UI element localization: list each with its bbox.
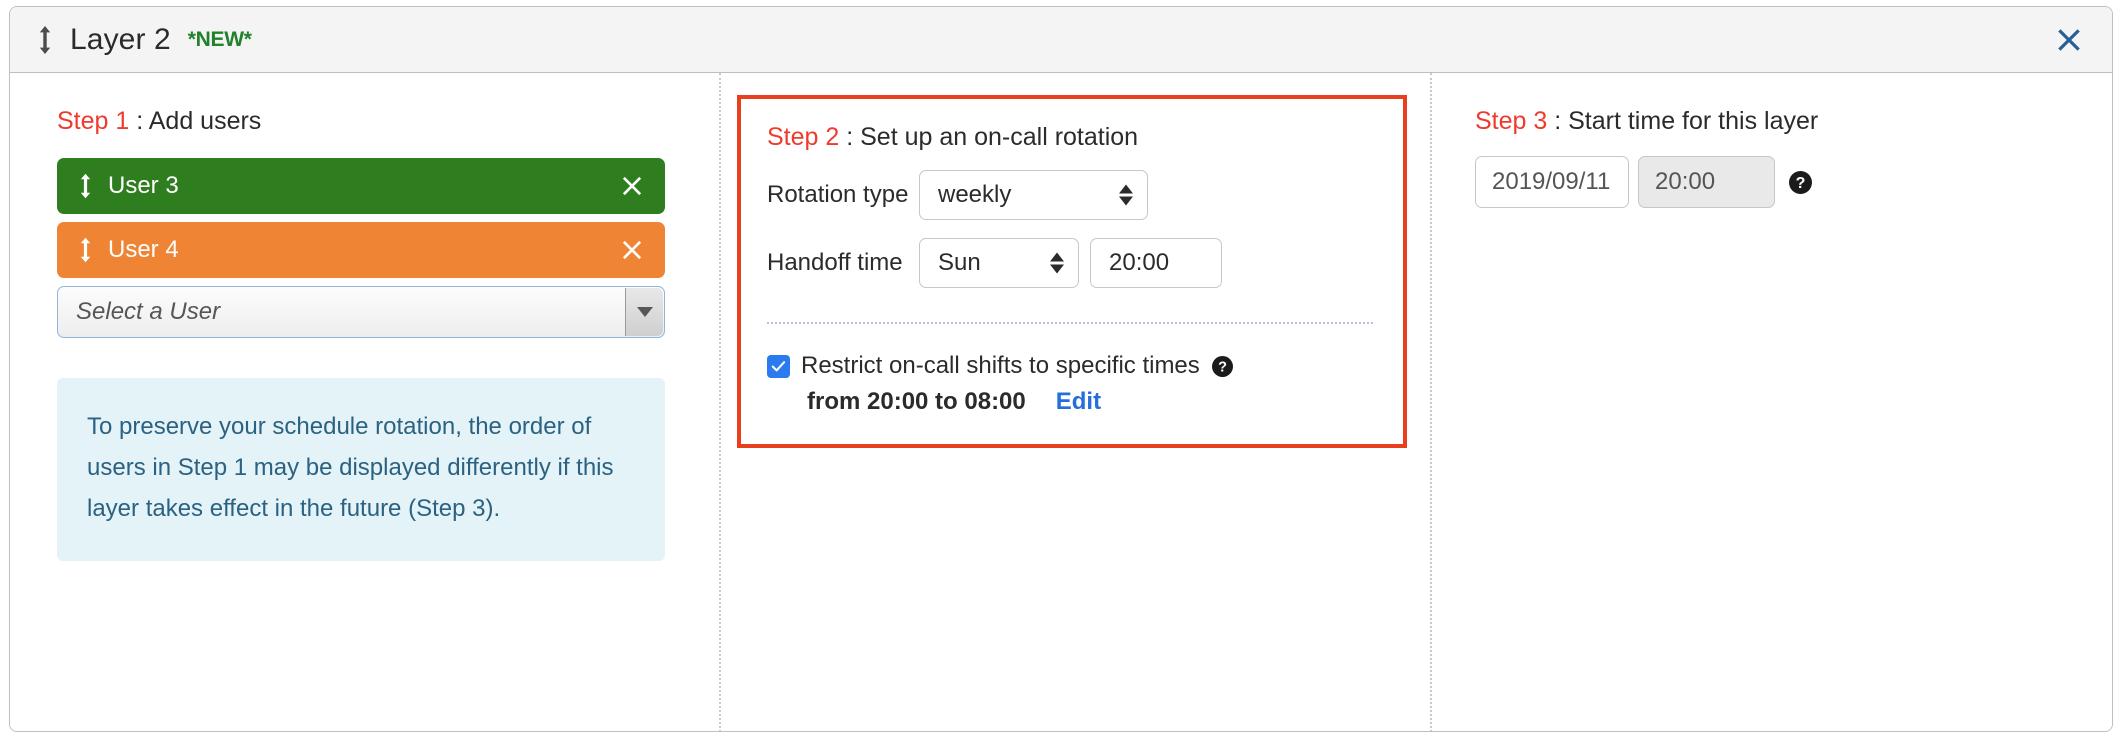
schedule-rotation-info-box: To preserve your schedule rotation, the … bbox=[57, 378, 665, 561]
step2-heading: Step 2 : Set up an on-call rotation bbox=[767, 123, 1403, 152]
restrict-shifts-label: Restrict on-call shifts to specific time… bbox=[801, 352, 1200, 380]
step2-number: Step 2 bbox=[767, 123, 839, 151]
panel-header: Layer 2 *NEW* bbox=[10, 7, 2112, 73]
handoff-time-label: Handoff time bbox=[767, 249, 919, 277]
close-icon[interactable] bbox=[619, 237, 645, 263]
chevron-down-icon[interactable] bbox=[625, 288, 663, 336]
handoff-time-value: 20:00 bbox=[1109, 249, 1169, 277]
rotation-type-select[interactable]: weekly bbox=[919, 170, 1148, 220]
step1-heading: Step 1 : Add users bbox=[57, 107, 689, 136]
start-time-input: 20:00 bbox=[1638, 156, 1775, 208]
svg-text:?: ? bbox=[1218, 359, 1227, 375]
select-user-input[interactable]: Select a User bbox=[57, 286, 665, 338]
user-row[interactable]: User 3 bbox=[57, 158, 665, 214]
step3-number: Step 3 bbox=[1475, 107, 1547, 135]
user-name: User 4 bbox=[108, 236, 179, 264]
new-badge: *NEW* bbox=[188, 28, 252, 52]
updown-spinner-icon[interactable] bbox=[1050, 253, 1064, 274]
panel-body: Step 1 : Add users User 3 bbox=[10, 73, 2112, 732]
step2-highlight-box: Step 2 : Set up an on-call rotation Rota… bbox=[737, 95, 1407, 448]
step1-number: Step 1 bbox=[57, 107, 129, 135]
close-icon[interactable] bbox=[2052, 23, 2086, 57]
user-row[interactable]: User 4 bbox=[57, 222, 665, 278]
close-icon[interactable] bbox=[619, 173, 645, 199]
step2-column: Step 2 : Set up an on-call rotation Rota… bbox=[719, 73, 1430, 732]
restrict-shifts-checkbox[interactable] bbox=[767, 355, 790, 378]
rotation-type-row: Rotation type weekly bbox=[767, 170, 1403, 220]
edit-restrict-times-link[interactable]: Edit bbox=[1056, 388, 1101, 416]
restrict-shifts-row: Restrict on-call shifts to specific time… bbox=[767, 352, 1403, 380]
handoff-time-row: Handoff time Sun 20:00 bbox=[767, 238, 1403, 288]
section-divider bbox=[767, 322, 1373, 324]
svg-text:?: ? bbox=[1796, 175, 1806, 192]
step3-separator: : bbox=[1547, 107, 1568, 135]
handoff-time-input[interactable]: 20:00 bbox=[1090, 238, 1222, 288]
restrict-shifts-section: Restrict on-call shifts to specific time… bbox=[767, 352, 1403, 416]
updown-spinner-icon[interactable] bbox=[1119, 185, 1133, 206]
step3-column: Step 3 : Start time for this layer 2019/… bbox=[1430, 73, 2112, 732]
page-title: Layer 2 bbox=[70, 23, 171, 57]
step1-heading-text: Add users bbox=[149, 107, 262, 135]
info-box-text: To preserve your schedule rotation, the … bbox=[87, 406, 635, 529]
restrict-times-row: from 20:00 to 08:00 Edit bbox=[767, 388, 1403, 416]
step2-heading-text: Set up an on-call rotation bbox=[860, 123, 1138, 151]
start-time-value: 20:00 bbox=[1655, 168, 1715, 196]
rotation-type-label: Rotation type bbox=[767, 181, 919, 209]
select-user-placeholder: Select a User bbox=[76, 298, 220, 326]
rotation-type-value: weekly bbox=[938, 181, 1011, 209]
handoff-day-select[interactable]: Sun bbox=[919, 238, 1079, 288]
step3-heading-text: Start time for this layer bbox=[1568, 107, 1818, 135]
step1-column: Step 1 : Add users User 3 bbox=[10, 73, 719, 732]
updown-arrow-icon[interactable] bbox=[34, 24, 56, 56]
updown-arrow-icon[interactable] bbox=[77, 237, 94, 263]
step2-separator: : bbox=[839, 123, 860, 151]
question-mark-icon[interactable]: ? bbox=[1211, 355, 1234, 378]
updown-arrow-icon[interactable] bbox=[77, 173, 94, 199]
layer-editor-panel: Layer 2 *NEW* Step 1 : Add users bbox=[9, 6, 2113, 732]
step3-heading: Step 3 : Start time for this layer bbox=[1475, 107, 2112, 136]
step1-separator: : bbox=[129, 107, 148, 135]
handoff-day-value: Sun bbox=[938, 249, 981, 277]
user-name: User 3 bbox=[108, 172, 179, 200]
restrict-times-value: from 20:00 to 08:00 bbox=[807, 388, 1026, 416]
user-list: User 3 User 4 bbox=[57, 158, 665, 338]
start-date-input[interactable]: 2019/09/11 bbox=[1475, 156, 1629, 208]
question-mark-icon[interactable]: ? bbox=[1788, 170, 1813, 195]
start-time-fields: 2019/09/11 20:00 ? bbox=[1475, 156, 2112, 208]
start-date-value: 2019/09/11 bbox=[1492, 168, 1610, 196]
